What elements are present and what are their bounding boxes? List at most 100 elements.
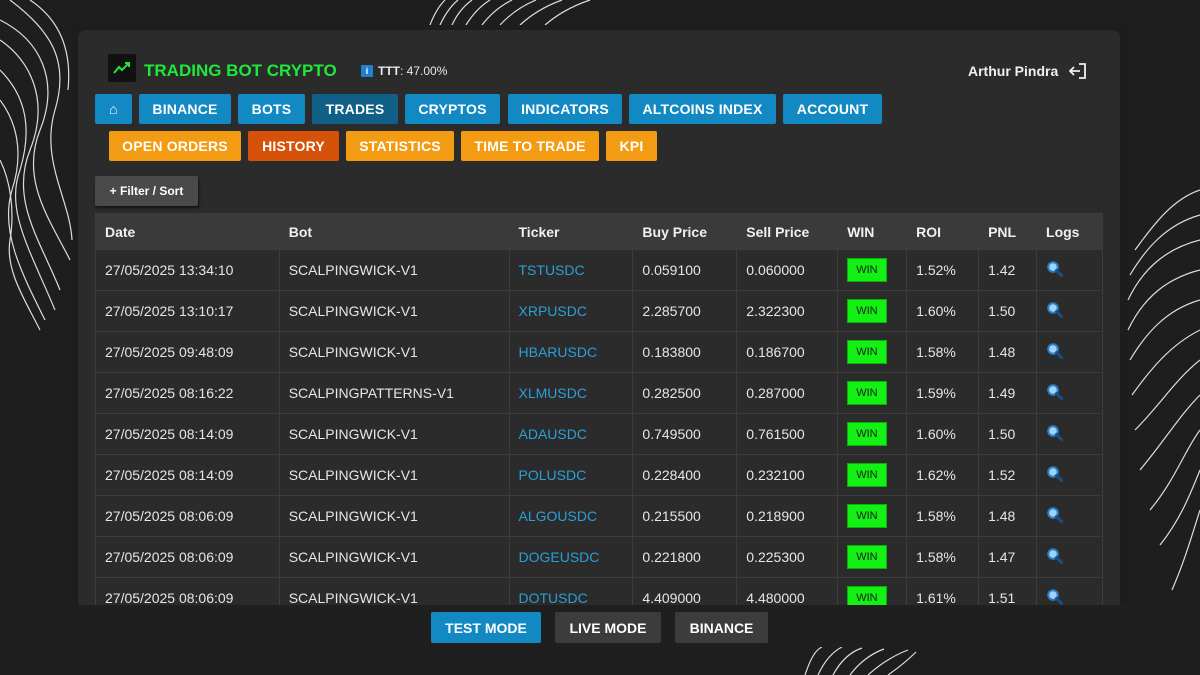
cell-win: WIN [837,536,908,578]
trend-up-icon[interactable] [108,54,136,82]
cell-date: 27/05/2025 09:48:09 [95,331,280,373]
subnav-history[interactable]: HISTORY [248,131,339,161]
cell-roi: 1.59% [906,372,980,414]
cell-logs [1036,536,1103,578]
nav-trades[interactable]: TRADES [312,94,398,124]
magnifier-icon[interactable] [1046,301,1064,319]
cell-logs [1036,331,1103,373]
cell-roi: 1.58% [906,495,980,537]
nav-cryptos[interactable]: CRYPTOS [405,94,500,124]
cell-pnl: 1.48 [978,331,1038,373]
cell-ticker[interactable]: TSTUSDC [508,249,634,291]
cell-win: WIN [837,331,908,373]
cell-ticker[interactable]: XRPUSDC [508,290,634,332]
cell-win: WIN [837,413,908,455]
header-ticker[interactable]: Ticker [508,213,634,250]
cell-sell-price: 0.232100 [736,454,839,496]
header-bot[interactable]: Bot [278,213,510,250]
cell-date: 27/05/2025 08:16:22 [95,372,280,414]
nav-indicators[interactable]: INDICATORS [508,94,622,124]
cell-sell-price: 0.060000 [736,249,839,291]
table-row: 27/05/2025 08:14:09 SCALPINGWICK-V1 ADAUSD… [95,413,1103,455]
magnifier-icon[interactable] [1046,383,1064,401]
magnifier-icon[interactable] [1046,465,1064,483]
win-badge: WIN [847,299,887,323]
trades-table: Date Bot Ticker Buy Price Sell Price WIN… [95,213,1103,605]
cell-roi: 1.62% [906,454,980,496]
cell-win: WIN [837,290,908,332]
test-mode-button[interactable]: TEST MODE [431,612,541,643]
header-pnl[interactable]: PNL [978,213,1038,250]
cell-ticker[interactable]: ALGOUSDC [508,495,634,537]
cell-ticker[interactable]: POLUSDC [508,454,634,496]
cell-pnl: 1.50 [978,413,1038,455]
subnav-kpi[interactable]: KPI [606,131,657,161]
header-logs[interactable]: Logs [1036,213,1103,250]
cell-date: 27/05/2025 13:34:10 [95,249,280,291]
cell-win: WIN [837,372,908,414]
nav-altcoins-index[interactable]: ALTCOINS INDEX [629,94,776,124]
cell-buy-price: 0.215500 [632,495,738,537]
cell-roi: 1.58% [906,331,980,373]
cell-roi: 1.58% [906,536,980,578]
win-badge: WIN [847,463,887,487]
header-date[interactable]: Date [95,213,280,250]
subnav-time-to-trade[interactable]: TIME TO TRADE [461,131,599,161]
win-badge: WIN [847,422,887,446]
cell-date: 27/05/2025 08:14:09 [95,413,280,455]
cell-logs [1036,454,1103,496]
subnav-open-orders[interactable]: OPEN ORDERS [109,131,241,161]
cell-logs [1036,495,1103,537]
cell-logs [1036,413,1103,455]
magnifier-icon[interactable] [1046,342,1064,360]
cell-ticker[interactable]: DOGEUSDC [508,536,634,578]
table-row: 27/05/2025 08:06:09 SCALPINGWICK-V1 DOTUSD… [95,577,1103,606]
binance-mode-button[interactable]: BINANCE [675,612,768,643]
cell-ticker[interactable]: HBARUSDC [508,331,634,373]
cell-bot: SCALPINGWICK-V1 [278,331,510,373]
cell-logs [1036,249,1103,291]
header-sell-price[interactable]: Sell Price [736,213,839,250]
cell-ticker[interactable]: XLMUSDC [508,372,634,414]
cell-bot: SCALPINGWICK-V1 [278,249,510,291]
live-mode-button[interactable]: LIVE MODE [555,612,661,643]
table-row: 27/05/2025 13:10:17 SCALPINGWICK-V1 XRPUSD… [95,290,1103,332]
table-row: 27/05/2025 08:14:09 SCALPINGWICK-V1 POLUSD… [95,454,1103,496]
magnifier-icon[interactable] [1046,547,1064,565]
cell-sell-price: 0.761500 [736,413,839,455]
header-win[interactable]: WIN [837,213,908,250]
nav-home[interactable]: ⌂ [95,94,132,124]
cell-buy-price: 4.409000 [632,577,738,605]
nav-binance[interactable]: BINANCE [139,94,231,124]
table-row: 27/05/2025 08:06:09 SCALPINGWICK-V1 ALGOUS… [95,495,1103,537]
subnav-statistics[interactable]: STATISTICS [346,131,454,161]
win-badge: WIN [847,586,887,605]
cell-ticker[interactable]: DOTUSDC [508,577,634,605]
win-badge: WIN [847,504,887,528]
cell-bot: SCALPINGWICK-V1 [278,536,510,578]
cell-ticker[interactable]: ADAUSDC [508,413,634,455]
nav-account[interactable]: ACCOUNT [783,94,882,124]
cell-pnl: 1.47 [978,536,1038,578]
logout-icon[interactable] [1068,62,1088,80]
cell-sell-price: 4.480000 [736,577,839,605]
magnifier-icon[interactable] [1046,260,1064,278]
ttt-label: TTT [378,64,400,78]
cell-buy-price: 0.282500 [632,372,738,414]
magnifier-icon[interactable] [1046,506,1064,524]
cell-logs [1036,372,1103,414]
filter-sort-button[interactable]: + Filter / Sort [95,176,198,206]
cell-buy-price: 2.285700 [632,290,738,332]
cell-buy-price: 0.228400 [632,454,738,496]
cell-buy-price: 0.749500 [632,413,738,455]
header-buy-price[interactable]: Buy Price [632,213,738,250]
magnifier-icon[interactable] [1046,588,1064,606]
magnifier-icon[interactable] [1046,424,1064,442]
cell-roi: 1.60% [906,290,980,332]
user-name[interactable]: Arthur Pindra [968,63,1058,79]
nav-bots[interactable]: BOTS [238,94,305,124]
cell-logs [1036,577,1103,606]
cell-date: 27/05/2025 08:06:09 [95,536,280,578]
app-title[interactable]: TRADING BOT CRYPTO [144,61,337,81]
header-roi[interactable]: ROI [906,213,980,250]
